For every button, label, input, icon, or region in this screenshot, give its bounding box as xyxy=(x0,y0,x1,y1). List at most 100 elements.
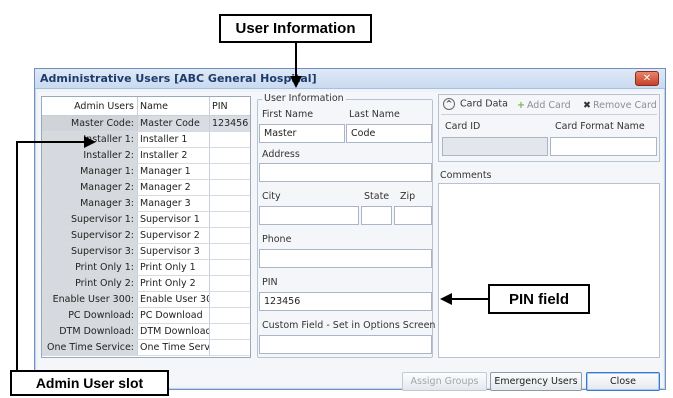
card-data-panel: ^ Card Data + Add Card ✖ Remove Card Card … xyxy=(438,94,660,162)
admin-user-slot: Manager 3: xyxy=(42,196,137,211)
arrow-down-icon xyxy=(290,76,302,88)
card-id-cell[interactable] xyxy=(442,137,548,156)
close-button[interactable]: Close xyxy=(586,372,660,391)
custom-field[interactable] xyxy=(259,335,432,354)
admin-user-slot: Manager 1: xyxy=(42,164,137,179)
callout-admin-user-slot: Admin User slot xyxy=(10,370,169,396)
admin-user-pin xyxy=(209,212,250,227)
admin-user-row[interactable]: Enable User 300:Enable User 300 xyxy=(42,292,250,308)
admin-users-table: Admin Users Name PIN Master Code: Master … xyxy=(41,96,251,358)
assign-groups-button[interactable]: Assign Groups xyxy=(402,372,487,391)
admin-user-row[interactable]: Print Only 2: Print Only 2 xyxy=(42,276,250,292)
zip-field[interactable] xyxy=(394,206,432,225)
admin-user-slot: Print Only 2: xyxy=(42,276,137,291)
admin-user-pin xyxy=(209,308,250,323)
state-label: State xyxy=(364,191,390,202)
admin-user-name: Manager 2 xyxy=(137,180,209,195)
remove-card-button[interactable]: ✖ Remove Card xyxy=(583,100,657,111)
admin-user-row[interactable]: Manager 2: Manager 2 xyxy=(42,180,250,196)
card-data-toolbar: ^ Card Data + Add Card ✖ Remove Card xyxy=(441,97,657,115)
arrow-right-icon xyxy=(84,136,96,148)
admin-user-pin xyxy=(209,148,250,163)
first-name-label: First Name xyxy=(262,109,314,120)
admin-user-row[interactable]: Print Only 1: Print Only 1 xyxy=(42,260,250,276)
admin-user-row[interactable]: Supervisor 1: Supervisor 1 xyxy=(42,212,250,228)
admin-user-pin xyxy=(209,164,250,179)
x-icon: ✖ xyxy=(583,100,591,111)
window-title: Administrative Users [ABC General Hospit… xyxy=(40,72,317,85)
admin-user-pin xyxy=(209,260,250,275)
admin-user-row[interactable]: Installer 2: Installer 2 xyxy=(42,148,250,164)
last-name-label: Last Name xyxy=(349,109,400,120)
admin-user-name: Manager 1 xyxy=(137,164,209,179)
admin-user-name: DTM Download xyxy=(137,324,209,339)
comments-textarea[interactable] xyxy=(438,183,660,358)
admin-user-row[interactable]: Supervisor 2: Supervisor 2 xyxy=(42,228,250,244)
admin-user-slot: Supervisor 3: xyxy=(42,244,137,259)
admin-user-row[interactable]: PC Download: PC Download xyxy=(42,308,250,324)
card-id-column-header: Card ID xyxy=(445,121,481,132)
admin-user-name: One Time Servic xyxy=(137,340,209,355)
title-bar[interactable]: Administrative Users [ABC General Hospit… xyxy=(35,69,665,89)
card-format-cell[interactable] xyxy=(550,137,657,156)
admin-user-pin xyxy=(209,276,250,291)
admin-user-slot: Enable User 300: xyxy=(42,292,137,307)
admin-user-slot: One Time Service: xyxy=(42,340,137,355)
admin-user-name: Print Only 1 xyxy=(137,260,209,275)
add-card-label: Add Card xyxy=(526,100,571,111)
admin-user-name: Installer 2 xyxy=(137,148,209,163)
comments-label: Comments xyxy=(440,170,492,181)
arrow-left-icon xyxy=(440,293,452,305)
state-field[interactable] xyxy=(361,206,392,225)
admin-user-name: Supervisor 3 xyxy=(137,244,209,259)
admin-user-row[interactable]: Manager 1: Manager 1 xyxy=(42,164,250,180)
emergency-users-button[interactable]: Emergency Users xyxy=(490,372,582,391)
card-format-column-header: Card Format Name xyxy=(555,121,645,132)
user-information-group: User Information First Name Last Name Ma… xyxy=(257,93,435,358)
admin-user-pin xyxy=(209,180,250,195)
admin-user-pin xyxy=(209,228,250,243)
column-header-admin-users: Admin Users xyxy=(74,101,134,112)
admin-user-row[interactable]: One Time Service:One Time Servic xyxy=(42,340,250,356)
address-field[interactable] xyxy=(259,163,432,182)
admin-user-slot: Master Code: xyxy=(42,116,137,131)
callout-user-information: User Information xyxy=(219,14,372,43)
callout-user-information-arrow xyxy=(295,43,297,78)
admin-user-slot: Print Only 1: xyxy=(42,260,137,275)
admin-user-row[interactable]: Master Code: Master Code 123456 xyxy=(42,116,250,132)
admin-user-pin xyxy=(209,132,250,147)
admin-user-pin xyxy=(209,324,250,339)
city-label: City xyxy=(262,191,281,202)
admin-user-row[interactable]: DTM Download: DTM Download xyxy=(42,324,250,340)
last-name-field[interactable]: Code xyxy=(346,124,432,143)
card-data-collapse-button[interactable]: ^ Card Data xyxy=(443,98,508,110)
callout-admin-user-slot-arrow-horizontal xyxy=(16,141,86,143)
zip-label: Zip xyxy=(400,191,416,202)
admin-user-name: Print Only 2 xyxy=(137,276,209,291)
admin-user-row[interactable]: Supervisor 3: Supervisor 3 xyxy=(42,244,250,260)
admin-user-name: Manager 3 xyxy=(137,196,209,211)
address-label: Address xyxy=(262,149,300,160)
admin-user-slot: Manager 2: xyxy=(42,180,137,195)
callout-admin-user-slot-arrow-vertical xyxy=(16,142,18,372)
admin-user-pin xyxy=(209,244,250,259)
admin-user-name: Master Code xyxy=(137,116,209,131)
admin-user-pin xyxy=(209,340,250,355)
city-field[interactable] xyxy=(259,206,359,225)
admin-user-row[interactable]: Installer 1: Installer 1 xyxy=(42,132,250,148)
admin-user-pin xyxy=(209,196,250,211)
admin-user-name: Supervisor 2 xyxy=(137,228,209,243)
column-header-pin: PIN xyxy=(209,97,250,115)
admin-user-row[interactable]: Manager 3: Manager 3 xyxy=(42,196,250,212)
admin-user-slot: Supervisor 1: xyxy=(42,212,137,227)
admin-user-pin: 123456 xyxy=(209,116,250,131)
phone-field[interactable] xyxy=(259,249,432,268)
window-close-icon[interactable]: ✕ xyxy=(635,71,659,86)
plus-icon: + xyxy=(517,100,525,111)
add-card-button[interactable]: + Add Card xyxy=(517,100,571,111)
pin-field[interactable]: 123456 xyxy=(259,292,432,311)
admin-users-table-header: Admin Users Name PIN xyxy=(42,97,250,116)
pin-label: PIN xyxy=(262,277,278,288)
admin-user-name: Supervisor 1 xyxy=(137,212,209,227)
first-name-field[interactable]: Master xyxy=(259,124,345,143)
